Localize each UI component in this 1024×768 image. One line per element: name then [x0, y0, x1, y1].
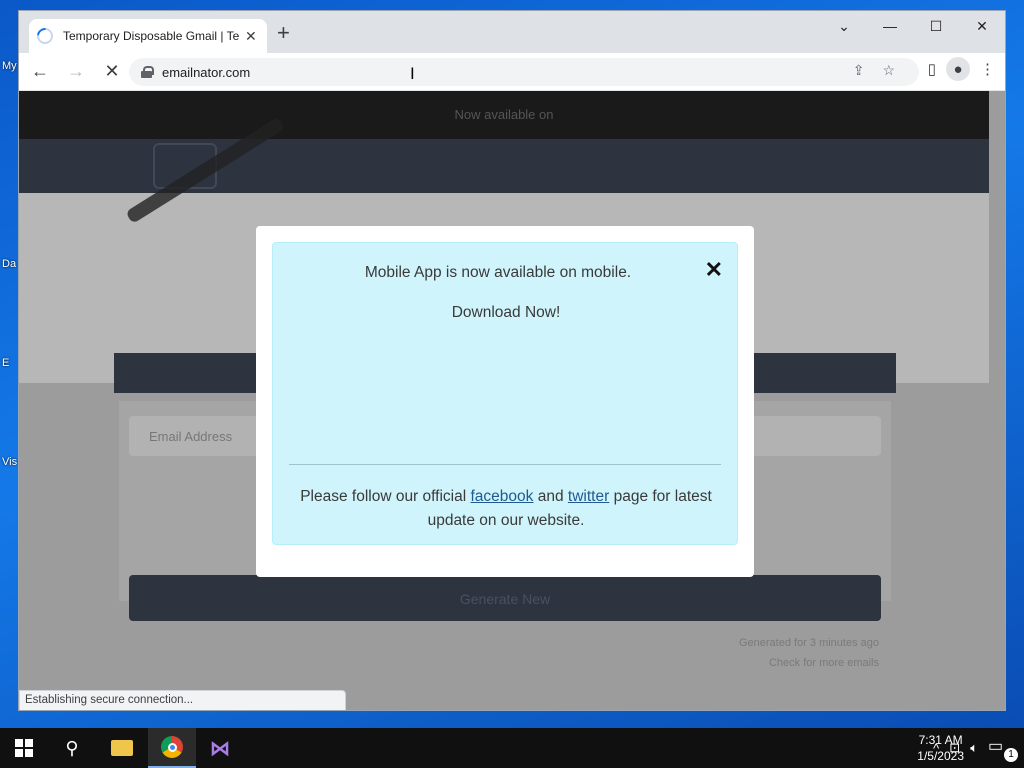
share-icon[interactable]: ⇪: [853, 62, 865, 79]
desktop-icon-label[interactable]: E: [2, 357, 9, 369]
close-window-icon[interactable]: ✕: [959, 11, 1005, 41]
follow-text: Please follow our official facebook and …: [283, 485, 729, 533]
footnote-text: Generated for 3 minutes ago: [738, 637, 879, 649]
desktop-icon-label[interactable]: My: [2, 60, 17, 72]
browser-toolbar: ← → ✕ emailnator.com ⇪ ☆ ▯ ● ⋮: [19, 53, 1005, 91]
generate-new-label: Generate New: [459, 591, 551, 607]
mobile-app-alert: Mobile App is now available on mobile. ✕…: [272, 242, 738, 545]
status-bubble: Establishing secure connection...: [19, 690, 346, 710]
toolbar-right: ▯ ● ⋮: [928, 57, 995, 81]
close-tab-icon[interactable]: ✕: [245, 28, 257, 45]
desktop-icon-label[interactable]: Vis: [2, 456, 17, 468]
follow-prefix: Please follow our official: [300, 488, 467, 505]
loading-spinner-icon: [33, 24, 57, 48]
omnibox-actions: ⇪ ☆: [853, 62, 895, 79]
divider: [289, 464, 721, 465]
maximize-icon[interactable]: ☐: [913, 11, 959, 41]
twitter-link[interactable]: twitter: [568, 488, 609, 505]
facebook-link[interactable]: facebook: [471, 488, 534, 505]
back-arrow-icon[interactable]: ←: [25, 57, 55, 87]
profile-avatar-icon[interactable]: ●: [946, 57, 970, 81]
windows-logo-icon: [15, 739, 33, 757]
volume-icon[interactable]: 🔈︎: [970, 740, 978, 756]
desktop-icon-label[interactable]: Da: [2, 258, 16, 270]
email-input-placeholder: Email Address: [149, 429, 233, 444]
page-content: Now available on Email Address Generate …: [19, 91, 1005, 710]
folder-shape: [111, 740, 133, 756]
bookmark-star-icon[interactable]: ☆: [882, 62, 895, 79]
forward-arrow-icon[interactable]: →: [61, 57, 91, 87]
side-panel-icon[interactable]: ▯: [928, 60, 936, 78]
start-button[interactable]: [0, 728, 48, 768]
chrome-logo-icon: [161, 736, 183, 758]
tab-bar: Temporary Disposable Gmail | Temporary ✕…: [19, 11, 1005, 53]
file-explorer-icon[interactable]: [100, 728, 144, 768]
announcement-text: Now available on: [454, 107, 554, 122]
address-bar[interactable]: emailnator.com: [129, 58, 919, 86]
tab-title: Temporary Disposable Gmail | Temporary: [63, 29, 239, 43]
notification-center-icon[interactable]: ▭ 1: [988, 736, 1018, 762]
clock[interactable]: 7:31 AM 1/5/2023: [917, 732, 964, 764]
follow-and: and: [537, 488, 564, 505]
alert-message: Mobile App is now available on mobile.: [364, 264, 632, 281]
text-cursor-icon: I: [410, 64, 415, 83]
browser-window: Temporary Disposable Gmail | Temporary ✕…: [18, 10, 1006, 711]
browser-tab[interactable]: Temporary Disposable Gmail | Temporary ✕: [29, 19, 267, 53]
download-now-text: Download Now!: [451, 304, 561, 321]
tab-search-chevron-icon[interactable]: ⌄: [821, 11, 867, 41]
chrome-taskbar-icon[interactable]: [148, 728, 196, 768]
notification-count-badge: 1: [1004, 748, 1018, 762]
lock-icon[interactable]: [141, 66, 154, 78]
new-tab-plus-icon[interactable]: +: [277, 22, 290, 44]
close-modal-icon[interactable]: ✕: [705, 259, 723, 281]
clock-time: 7:31 AM: [918, 733, 963, 747]
clock-date: 1/5/2023: [917, 749, 964, 763]
menu-kebab-icon[interactable]: ⋮: [980, 60, 995, 78]
minimize-icon[interactable]: —: [867, 11, 913, 41]
footnote-text: Check for more emails: [768, 657, 879, 669]
search-icon[interactable]: ⚲: [50, 728, 94, 768]
visual-studio-icon[interactable]: ⋈: [198, 728, 242, 768]
url-text[interactable]: emailnator.com: [162, 65, 250, 80]
modal-dialog: Mobile App is now available on mobile. ✕…: [256, 226, 754, 577]
taskbar: ⚲ ⋈ ^ ⊡ 🔈︎ 7:31 AM 1/5/2023 ▭ 1: [0, 728, 1024, 768]
window-controls: ⌄ — ☐ ✕: [821, 11, 1005, 41]
stop-loading-icon[interactable]: ✕: [97, 57, 127, 87]
